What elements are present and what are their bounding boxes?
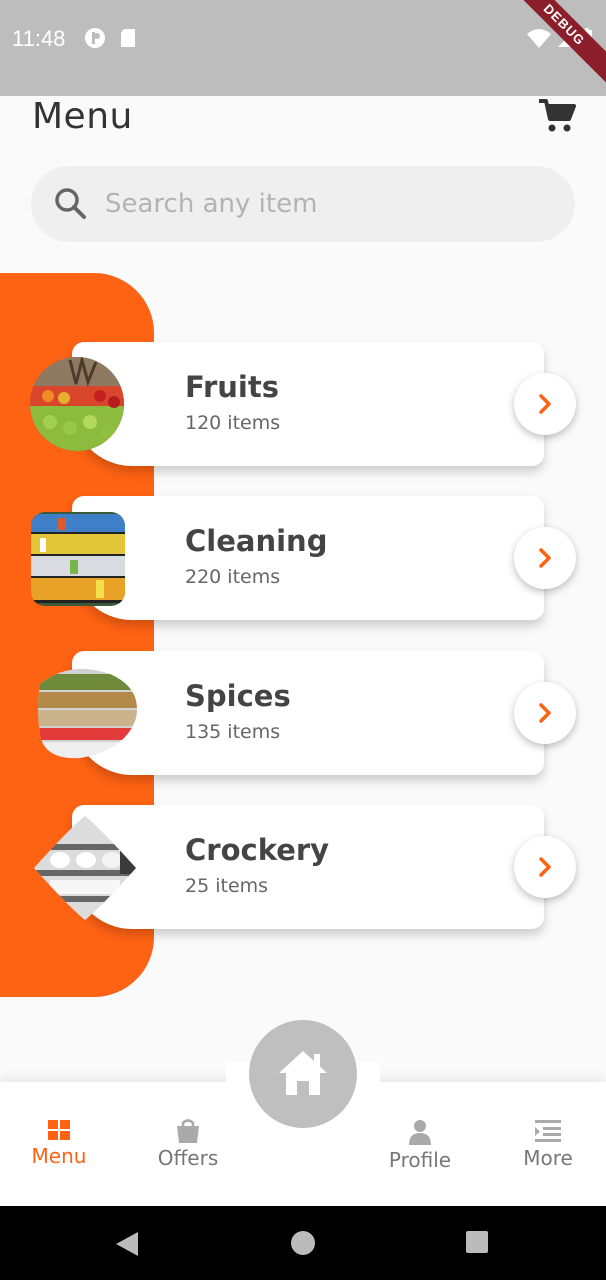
nav-label: Menu [31,1144,87,1168]
search-input[interactable] [105,184,545,224]
screen: 11:48 DEBUG Menu Fruits [0,0,606,1280]
debug-ribbon: DEBUG [499,0,606,90]
fruits-image [30,357,124,451]
nav-label: Profile [388,1148,452,1172]
home-button[interactable] [249,1020,357,1128]
spices-image [38,668,137,759]
search-bar[interactable] [31,166,575,242]
crockery-image [34,816,136,920]
nav-item-menu[interactable]: Menu [4,1118,114,1168]
nav-item-more[interactable]: More [493,1118,603,1170]
nav-label: More [523,1146,573,1170]
cart-icon[interactable] [538,98,576,134]
open-category-button[interactable] [514,682,576,744]
category-count: 120 items [185,412,281,434]
category-count: 135 items [185,721,281,743]
system-navigation-bar [0,1206,606,1280]
chevron-right-icon [539,703,551,723]
category-title: Spices [185,679,291,713]
status-bar: 11:48 DEBUG [0,0,606,96]
category-card-cleaning[interactable]: Cleaning 220 items [72,496,576,620]
wifi-icon [527,29,551,48]
open-category-button[interactable] [514,527,576,589]
person-icon [409,1120,431,1145]
nav-label: Offers [157,1146,219,1170]
nav-item-profile[interactable]: Profile [365,1118,475,1172]
home-icon [279,1051,327,1095]
category-title: Crockery [185,833,330,867]
category-title: Cleaning [185,524,328,558]
category-count: 220 items [185,566,281,588]
sd-card-icon [121,29,135,47]
list-icon [535,1120,561,1142]
recents-icon[interactable] [465,1230,489,1254]
category-count: 25 items [185,875,269,897]
notification-icon [85,28,105,48]
cleaning-image [31,512,125,606]
back-icon[interactable] [114,1230,140,1258]
chevron-right-icon [539,394,551,414]
grid-icon [48,1120,70,1140]
category-title: Fruits [185,370,279,404]
chevron-right-icon [539,548,551,568]
page-title: Menu [32,96,133,137]
category-card-spices[interactable]: Spices 135 items [72,651,576,775]
nav-item-offers[interactable]: Offers [133,1118,243,1170]
category-card-crockery[interactable]: Crockery 25 items [72,805,576,929]
open-category-button[interactable] [514,373,576,435]
bag-icon [177,1119,199,1143]
category-card-fruits[interactable]: Fruits 120 items [72,342,576,466]
chevron-right-icon [539,857,551,877]
search-icon [55,188,86,219]
status-time: 11:48 [12,26,66,51]
home-circle-icon[interactable] [290,1230,316,1256]
open-category-button[interactable] [514,836,576,898]
